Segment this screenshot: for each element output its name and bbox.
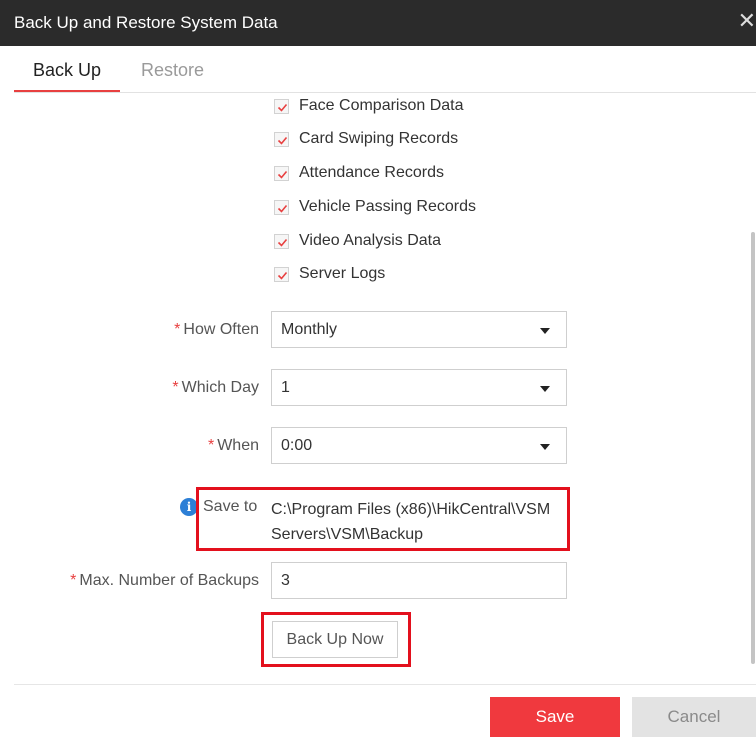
max-backups-input[interactable]: 3 (271, 562, 567, 599)
checkbox-vehicle-passing-records[interactable]: Vehicle Passing Records (274, 195, 476, 219)
title-bar: Back Up and Restore System Data ✕ (0, 0, 756, 46)
checkbox-checked-icon[interactable] (274, 199, 289, 215)
when-value: 0:00 (281, 437, 313, 454)
scrollbar[interactable] (751, 232, 755, 664)
how-often-label: * How Often (19, 321, 259, 339)
window-title: Back Up and Restore System Data (14, 13, 278, 32)
tab-divider (14, 92, 756, 93)
checkbox-label: Vehicle Passing Records (299, 198, 476, 215)
checkbox-attendance-records[interactable]: Attendance Records (274, 161, 444, 185)
chevron-down-icon (540, 444, 550, 450)
which-day-select[interactable]: 1 (271, 369, 567, 406)
checkbox-label: Attendance Records (299, 164, 444, 181)
which-day-label: * Which Day (19, 379, 259, 397)
checkbox-label: Video Analysis Data (299, 232, 442, 249)
checkbox-checked-icon[interactable] (274, 165, 289, 181)
required-marker: * (172, 379, 179, 396)
cancel-button[interactable]: Cancel (632, 697, 756, 737)
max-backups-value: 3 (281, 572, 290, 589)
chevron-down-icon (540, 328, 550, 334)
when-label: * When (19, 437, 259, 455)
save-to-label: Save to (203, 498, 258, 515)
required-marker: * (174, 321, 181, 338)
checkbox-checked-icon[interactable] (274, 266, 289, 282)
tab-back-up[interactable]: Back Up (33, 60, 101, 81)
checkbox-checked-icon[interactable] (274, 98, 289, 114)
checkbox-label: Card Swiping Records (299, 130, 459, 147)
when-select[interactable]: 0:00 (271, 427, 567, 464)
max-backups-label: * Max. Number of Backups (19, 572, 259, 590)
checkbox-label: Face Comparison Data (299, 97, 464, 114)
checkbox-checked-icon[interactable] (274, 131, 289, 147)
checkbox-card-swiping-records[interactable]: Card Swiping Records (274, 127, 458, 151)
how-often-label-text: How Often (183, 321, 259, 338)
checkbox-label: Server Logs (299, 265, 386, 282)
which-day-label-text: Which Day (181, 379, 259, 396)
which-day-value: 1 (281, 379, 290, 396)
footer-divider (14, 684, 756, 685)
close-icon[interactable]: ✕ (738, 8, 756, 34)
save-button[interactable]: Save (490, 697, 620, 737)
checkbox-server-logs[interactable]: Server Logs (274, 262, 385, 286)
tab-restore[interactable]: Restore (141, 60, 204, 81)
required-marker: * (207, 437, 215, 454)
max-backups-label-text: Max. Number of Backups (79, 572, 259, 589)
checkbox-video-analysis-data[interactable]: Video Analysis Data (274, 229, 441, 253)
back-up-now-button[interactable]: Back Up Now (272, 621, 398, 658)
how-often-select[interactable]: Monthly (271, 311, 567, 348)
save-to-path: C:\Program Files (x86)\HikCentral\VSM Se… (271, 501, 551, 543)
checkbox-face-comparison-data[interactable]: Face Comparison Data (274, 94, 464, 118)
checkbox-checked-icon[interactable] (274, 233, 289, 249)
chevron-down-icon (540, 386, 550, 392)
when-label-text: When (217, 437, 259, 454)
required-marker: * (70, 572, 77, 589)
how-often-value: Monthly (281, 321, 338, 338)
